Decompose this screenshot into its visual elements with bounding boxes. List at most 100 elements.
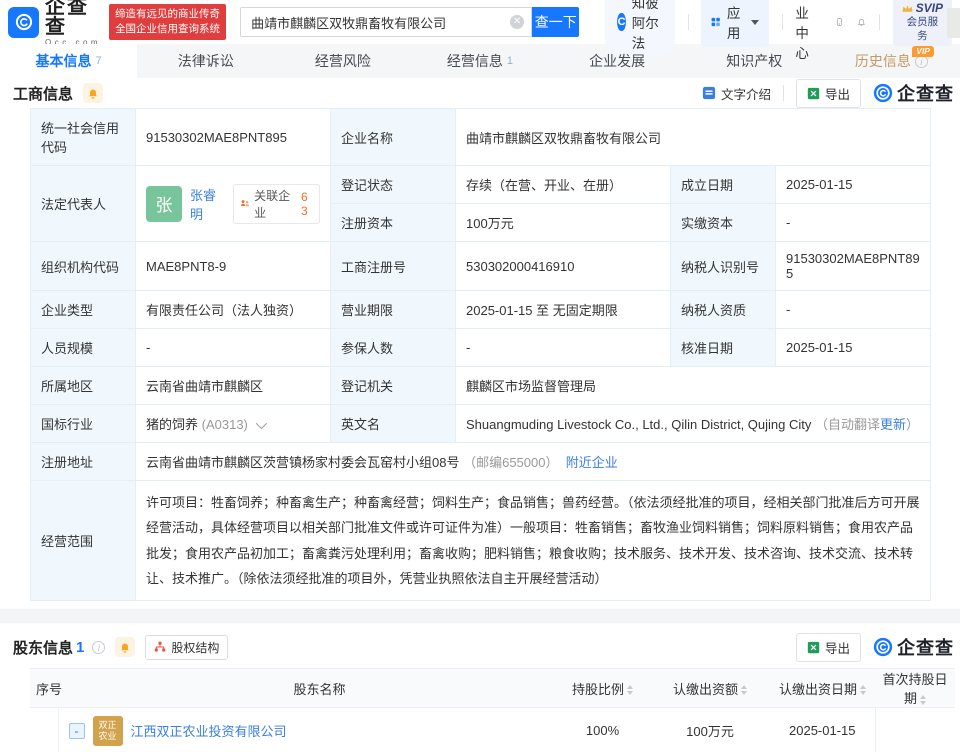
business-scope-value: 许可项目：牲畜饲养；种畜禽生产；种畜禽经营；饲料生产；食品销售；兽药经营。（依法…	[136, 481, 931, 601]
column-header-amount[interactable]: 认缴出资额	[650, 669, 770, 708]
tab-label: 知识产权	[726, 51, 782, 71]
sort-icon[interactable]	[741, 685, 747, 695]
business-info-header: 工商信息 文字介绍	[0, 78, 960, 108]
field-label: 纳税人识别号	[671, 242, 776, 291]
shareholders-table: 序号 股东名称 持股比例 认缴出资额 认缴出资日期 首次持股日期 1 - 双正	[30, 668, 955, 752]
watermark-text: 企查查	[897, 80, 954, 106]
field-label: 纳税人资质	[671, 291, 776, 329]
ratio-value: 100%	[555, 708, 650, 752]
row-index: 1	[30, 708, 58, 752]
tab-operation-info[interactable]: 经营信息 1	[411, 44, 548, 78]
watermark-text: 企查查	[897, 634, 954, 660]
logo-text-block[interactable]: 企查查 Qcc.com	[45, 0, 101, 47]
text-intro-button[interactable]: 文字介绍	[702, 84, 771, 103]
tab-basic-info[interactable]: 基本信息 7	[0, 44, 137, 78]
field-value: 91530302MAE8PNT895	[776, 242, 931, 291]
shareholder-name-link[interactable]: 江西双正农业投资有限公司	[131, 721, 287, 740]
text-intro-label: 文字介绍	[721, 84, 771, 103]
field-value: -	[776, 291, 931, 329]
monitor-bell-button[interactable]	[83, 83, 103, 103]
shareholder-logo: 双正 农业	[93, 716, 123, 746]
field-label: 注册资本	[331, 204, 456, 242]
tab-intellectual-property[interactable]: 知识产权	[686, 44, 823, 78]
shareholders-section: 股东信息 1 股权结构	[0, 632, 960, 752]
table-row: 国标行业 猪的饲养 (A0313) 英文名 Shuangmuding Lives…	[31, 405, 931, 443]
section-title: 工商信息	[13, 83, 73, 104]
tab-label: 基本信息	[36, 51, 92, 71]
clear-search-icon[interactable]: ✕	[510, 15, 524, 29]
field-value: 100万元	[456, 204, 671, 242]
nearby-companies-link[interactable]: 附近企业	[566, 455, 618, 470]
tab-business-risk[interactable]: 经营风险	[274, 44, 411, 78]
industry-code: (A0313)	[202, 417, 248, 432]
column-header-date[interactable]: 认缴出资日期	[770, 669, 875, 708]
svip-line2: 会员服务	[902, 16, 943, 42]
divider	[783, 85, 784, 101]
amount-value: 100万元	[650, 708, 770, 752]
tab-label: 经营风险	[315, 51, 371, 71]
field-label: 参保人数	[331, 329, 456, 367]
related-companies-icon	[240, 198, 250, 209]
english-name-cell: Shuangmuding Livestock Co., Ltd., Qilin …	[456, 405, 931, 443]
table-row: 统一社会信用代码 91530302MAE8PNT895 企业名称 曲靖市麒麟区双…	[31, 109, 931, 166]
field-value: 有限责任公司（法人独资）	[136, 291, 331, 329]
notifications-bell-icon[interactable]	[857, 13, 866, 31]
field-value: 530302000416910	[456, 242, 671, 291]
tab-legal-litigation[interactable]: 法律诉讼	[137, 44, 274, 78]
chevron-down-icon[interactable]	[255, 418, 266, 429]
legal-rep-link[interactable]: 张睿明	[190, 185, 225, 223]
field-label: 组织机构代码	[31, 242, 136, 291]
search-button[interactable]: 查一下	[532, 7, 579, 37]
industry-cell: 猪的饲养 (A0313)	[136, 405, 331, 443]
export-button[interactable]: 导出	[796, 79, 861, 108]
field-label: 实缴资本	[671, 204, 776, 242]
qcc-mark-icon	[873, 637, 893, 657]
sort-icon[interactable]	[920, 695, 926, 705]
postal-code: （邮编655000）	[463, 455, 558, 470]
qcc-logo-icon[interactable]	[8, 7, 39, 38]
field-label: 登记机关	[331, 367, 456, 405]
tab-history-info[interactable]: VIP 历史信息	[823, 44, 960, 78]
crown-icon	[902, 4, 913, 13]
field-value: MAE8PNT8-9	[136, 242, 331, 291]
related-companies-badge[interactable]: 关联企业 63	[233, 184, 320, 224]
column-header-ratio[interactable]: 持股比例	[555, 669, 650, 708]
field-label: 英文名	[331, 405, 456, 443]
sort-icon[interactable]	[860, 685, 866, 695]
svip-text: SVIP	[916, 1, 943, 16]
business-info-section: 工商信息 文字介绍	[0, 78, 960, 601]
slogan-line1: 缔造有远见的商业传奇	[115, 7, 220, 22]
field-label: 成立日期	[671, 166, 776, 204]
equity-structure-label: 股权结构	[171, 639, 219, 656]
field-value: 91530302MAE8PNT895	[136, 109, 331, 166]
field-value: 2025-01-15 至 无固定期限	[456, 291, 671, 329]
collapse-toggle-icon[interactable]: -	[69, 723, 85, 739]
table-row: 法定代表人 张 张睿明 关联企业 63	[31, 166, 931, 204]
address-cell: 云南省曲靖市麒麟区茨营镇杨家村委会瓦窑村小组08号 （邮编655000） 附近企…	[136, 443, 931, 481]
sort-icon[interactable]	[627, 685, 633, 695]
section-title: 股东信息	[13, 637, 73, 658]
divider	[782, 14, 783, 30]
apps-menu[interactable]: 应用	[701, 0, 769, 47]
avatar[interactable]: 张	[146, 186, 182, 222]
mobile-app-icon[interactable]	[835, 13, 844, 31]
search-input[interactable]	[240, 7, 532, 37]
table-row: 人员规模 - 参保人数 - 核准日期 2025-01-15	[31, 329, 931, 367]
tab-label: 法律诉讼	[178, 51, 234, 71]
field-label: 企业名称	[331, 109, 456, 166]
related-label: 关联企业	[254, 187, 297, 221]
tab-label: 企业发展	[589, 51, 645, 71]
update-translation-link[interactable]: 更新	[880, 417, 906, 432]
shareholders-toolbar: 导出 企查查	[796, 633, 954, 662]
column-header-first-date[interactable]: 首次持股日期	[875, 669, 955, 708]
export-button[interactable]: 导出	[796, 633, 861, 662]
field-value: 曲靖市麒麟区双牧鼎畜牧有限公司	[456, 109, 931, 166]
equity-structure-button[interactable]: 股权结构	[145, 635, 228, 660]
info-icon[interactable]	[92, 641, 105, 654]
field-value: 麒麟区市场监督管理局	[456, 367, 931, 405]
shareholder-count: 1	[76, 639, 84, 656]
field-value: -	[136, 329, 331, 367]
tab-company-development[interactable]: 企业发展	[549, 44, 686, 78]
svip-member-button[interactable]: SVIP 会员服务	[893, 0, 952, 46]
monitor-bell-button[interactable]	[115, 637, 135, 657]
